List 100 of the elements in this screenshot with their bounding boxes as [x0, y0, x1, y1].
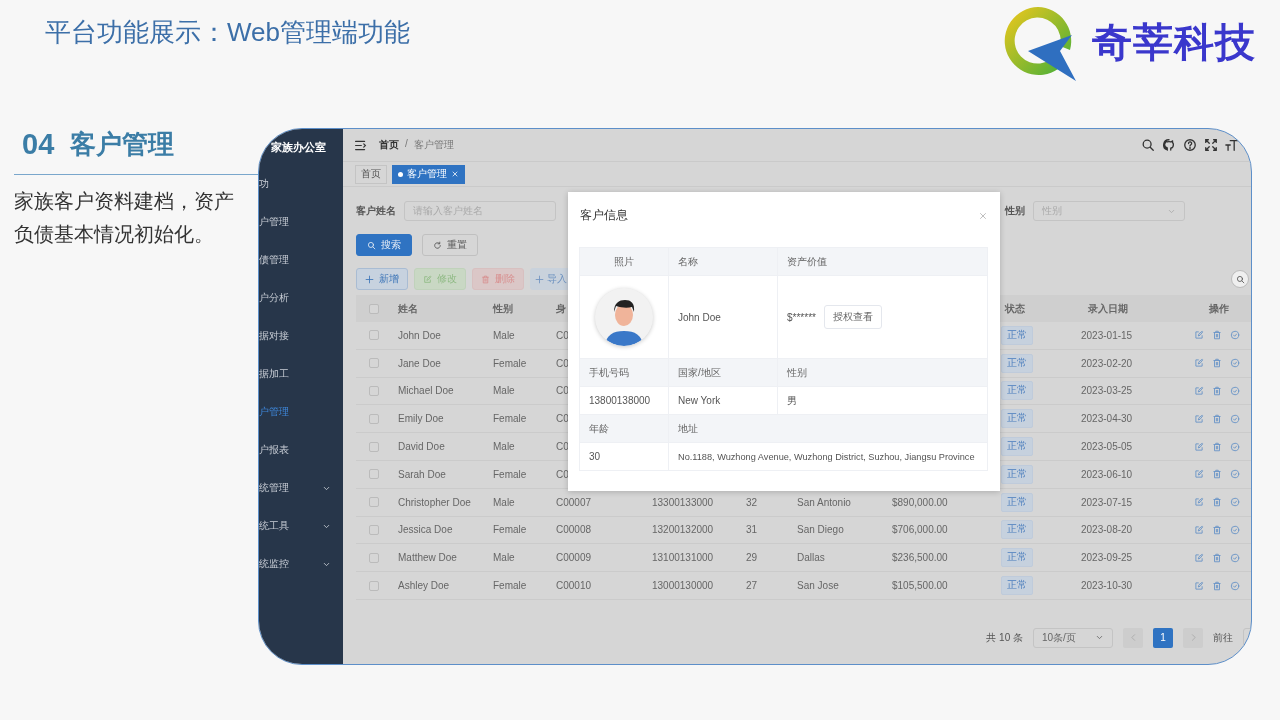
edit-icon — [1194, 386, 1204, 396]
table-cell: Male — [493, 385, 515, 397]
status-tag: 正常 — [1001, 464, 1033, 484]
table-cell: Female — [493, 413, 527, 425]
reveal-button[interactable]: 授权查看 — [823, 305, 882, 329]
row-checkbox[interactable] — [369, 358, 379, 369]
field-label: 性别 — [787, 365, 807, 380]
column-header: 性别 — [493, 301, 513, 316]
page-tab[interactable]: 首页 — [355, 164, 387, 184]
search-toggle-button[interactable] — [1231, 270, 1249, 288]
sidebar-item[interactable]: 户分析 — [259, 279, 343, 317]
sidebar-item[interactable]: 债管理 — [259, 241, 343, 279]
sidebar-item[interactable]: 据加工 — [259, 355, 343, 393]
row-checkbox[interactable] — [369, 413, 379, 424]
edit-icon — [1194, 497, 1204, 508]
table-cell: Female — [493, 468, 527, 480]
table-cell: 13200132000 — [652, 524, 714, 536]
row-checkbox[interactable] — [369, 524, 379, 535]
check-circle-icon — [1230, 441, 1240, 452]
page-tab[interactable]: 客户管理 — [392, 164, 465, 184]
sidebar-item[interactable]: 统管理 — [259, 469, 343, 507]
table-cell: Jessica Doe — [398, 524, 453, 536]
table-cell: 2023-09-25 — [1081, 552, 1133, 564]
row-checkbox[interactable] — [369, 580, 379, 591]
company-name: 奇莘科技 — [1092, 19, 1256, 66]
sidebar-item[interactable]: 据对接 — [259, 317, 343, 355]
total-count: 共 10 条 — [986, 630, 1023, 645]
table-cell: C00009 — [556, 552, 592, 564]
sidebar-item[interactable]: 户管理 — [259, 393, 343, 431]
row-checkbox[interactable] — [369, 497, 379, 508]
edit-icon — [1194, 441, 1204, 452]
check-circle-icon — [1230, 524, 1240, 535]
table-cell: C00007 — [556, 496, 592, 508]
trash-icon — [1212, 330, 1222, 341]
sidebar-item[interactable]: 户管理 — [259, 203, 343, 241]
table-cell: Matthew Doe — [398, 552, 457, 564]
table-cell: 2023-06-10 — [1081, 468, 1133, 480]
dialog-title: 客户信息 — [580, 207, 628, 224]
close-button[interactable] — [978, 210, 988, 221]
status-tag: 正常 — [1001, 353, 1033, 373]
search-button[interactable]: 搜索 — [356, 234, 412, 256]
sidebar-item[interactable]: 户报表 — [259, 431, 343, 469]
trash-icon — [1212, 413, 1222, 424]
select-all-checkbox[interactable] — [369, 303, 379, 314]
page-button[interactable]: 1 — [1153, 627, 1173, 648]
reset-button[interactable]: 重置 — [422, 234, 478, 256]
cat-logo-icon — [1162, 138, 1176, 152]
row-checkbox[interactable] — [369, 441, 379, 452]
table-cell: Female — [493, 357, 527, 369]
breadcrumb-link[interactable]: 首页 — [379, 138, 399, 152]
edit-icon — [1194, 469, 1204, 480]
table-cell: 2023-05-05 — [1081, 441, 1133, 453]
page-size-select[interactable]: 10条/页 — [1033, 627, 1113, 648]
edit-icon — [423, 274, 432, 284]
table-cell: 2023-01-15 — [1081, 329, 1133, 341]
field-value: John Doe — [678, 311, 721, 323]
text-size-icon — [1225, 138, 1239, 152]
edit-icon — [1194, 358, 1204, 369]
sidebar-item[interactable]: 功 — [259, 165, 343, 203]
table-cell: Ashley Doe — [398, 580, 450, 592]
row-checkbox[interactable] — [369, 330, 379, 341]
check-circle-icon — [1230, 469, 1240, 480]
fullscreen-icon — [1204, 138, 1218, 152]
row-checkbox[interactable] — [369, 552, 379, 563]
next-page-button[interactable] — [1183, 627, 1203, 648]
table-cell: Female — [493, 580, 527, 592]
table-cell: $890,000.00 — [892, 496, 948, 508]
menu-button[interactable] — [354, 138, 367, 152]
row-checkbox[interactable] — [369, 386, 379, 396]
check-circle-icon — [1230, 497, 1240, 508]
field-label: 名称 — [678, 254, 698, 269]
sidebar-item[interactable]: 统监控 — [259, 545, 343, 583]
row-checkbox[interactable] — [369, 469, 379, 480]
field-label: 地址 — [678, 421, 698, 436]
prev-page-button[interactable] — [1123, 627, 1143, 648]
add-button[interactable]: 新增 — [356, 268, 408, 290]
table-cell: 2023-08-20 — [1081, 524, 1133, 536]
section-number: 04 — [22, 127, 55, 161]
table-cell: Emily Doe — [398, 413, 444, 425]
edit-icon — [1194, 524, 1204, 535]
slide-title: 平台功能展示：Web管理端功能 — [45, 15, 410, 49]
check-circle-icon — [1230, 330, 1240, 341]
table-cell: Male — [493, 552, 515, 564]
column-header: 状态 — [1005, 301, 1025, 316]
table-cell: David Doe — [398, 441, 445, 453]
table-cell: $105,500.00 — [892, 580, 948, 592]
sidebar-item[interactable]: 统工具 — [259, 507, 343, 545]
table-cell: 2023-04-30 — [1081, 413, 1133, 425]
field-value: No.1188, Wuzhong Avenue, Wuzhong District, Suzhou, Jiangsu Province — [678, 451, 975, 462]
edit-icon — [1194, 413, 1204, 424]
column-header: 身 — [556, 301, 566, 316]
table-cell: C0 — [556, 413, 569, 425]
check-circle-icon — [1230, 580, 1240, 591]
edit-icon — [1194, 552, 1204, 563]
table-cell: Male — [493, 441, 515, 453]
check-circle-icon — [1230, 552, 1240, 563]
table-cell: 2023-02-20 — [1081, 357, 1133, 369]
search-icon — [1235, 274, 1245, 284]
column-header: 操作 — [1209, 301, 1229, 316]
table-cell: 2023-07-15 — [1081, 496, 1133, 508]
